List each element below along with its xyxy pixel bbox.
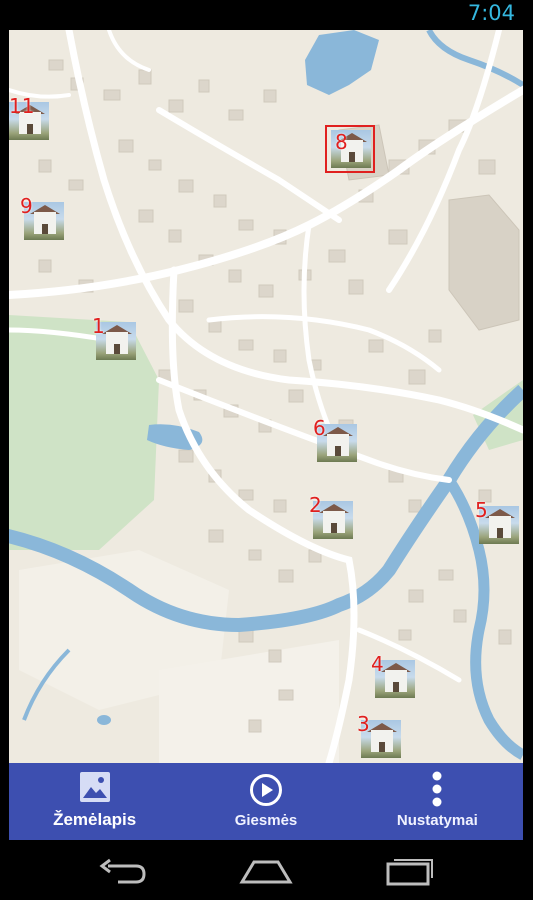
map-canvas <box>9 30 523 763</box>
system-navigation-bar <box>0 840 533 900</box>
marker-number: 1 <box>92 314 105 338</box>
status-clock: 7:04 <box>467 1 515 25</box>
nav-map-label: Žemėlapis <box>53 810 137 829</box>
more-vert-icon <box>431 771 443 812</box>
church-marker[interactable]: 6 <box>313 418 357 462</box>
nav-songs-label: Giesmės <box>234 812 298 829</box>
church-marker[interactable]: 4 <box>371 654 415 698</box>
marker-number: 9 <box>20 194 33 218</box>
nav-settings-label: Nustatymai <box>396 812 478 829</box>
play-circle-icon <box>249 773 283 812</box>
church-marker[interactable]: 1 <box>92 316 136 360</box>
marker-number: 5 <box>475 498 488 522</box>
church-marker[interactable]: 9 <box>20 196 64 240</box>
marker-number: 6 <box>313 416 326 440</box>
church-marker-selected[interactable]: 8 <box>325 125 375 173</box>
home-icon[interactable] <box>238 858 294 891</box>
nav-songs[interactable]: Giesmės <box>180 763 351 840</box>
marker-number: 2 <box>309 493 322 517</box>
church-marker[interactable]: 5 <box>475 500 519 544</box>
marker-number: 3 <box>357 712 370 736</box>
recent-apps-icon[interactable] <box>384 858 434 891</box>
church-marker[interactable]: 11 <box>9 96 49 140</box>
church-marker[interactable]: 2 <box>309 495 353 539</box>
bottom-navigation: Žemėlapis Giesmės Nustatymai <box>9 763 523 840</box>
back-icon[interactable] <box>98 858 148 891</box>
status-bar: 7:04 <box>0 0 533 26</box>
selection-frame <box>325 125 375 173</box>
nav-settings[interactable]: Nustatymai <box>352 763 523 840</box>
marker-number: 11 <box>9 94 35 118</box>
nav-map[interactable]: Žemėlapis <box>9 763 180 840</box>
church-marker[interactable]: 3 <box>357 714 401 758</box>
image-icon <box>79 771 111 808</box>
map-view[interactable]: 1 2 3 4 5 6 8 9 11 <box>9 30 523 763</box>
marker-number: 8 <box>335 130 348 154</box>
marker-number: 4 <box>371 652 384 676</box>
